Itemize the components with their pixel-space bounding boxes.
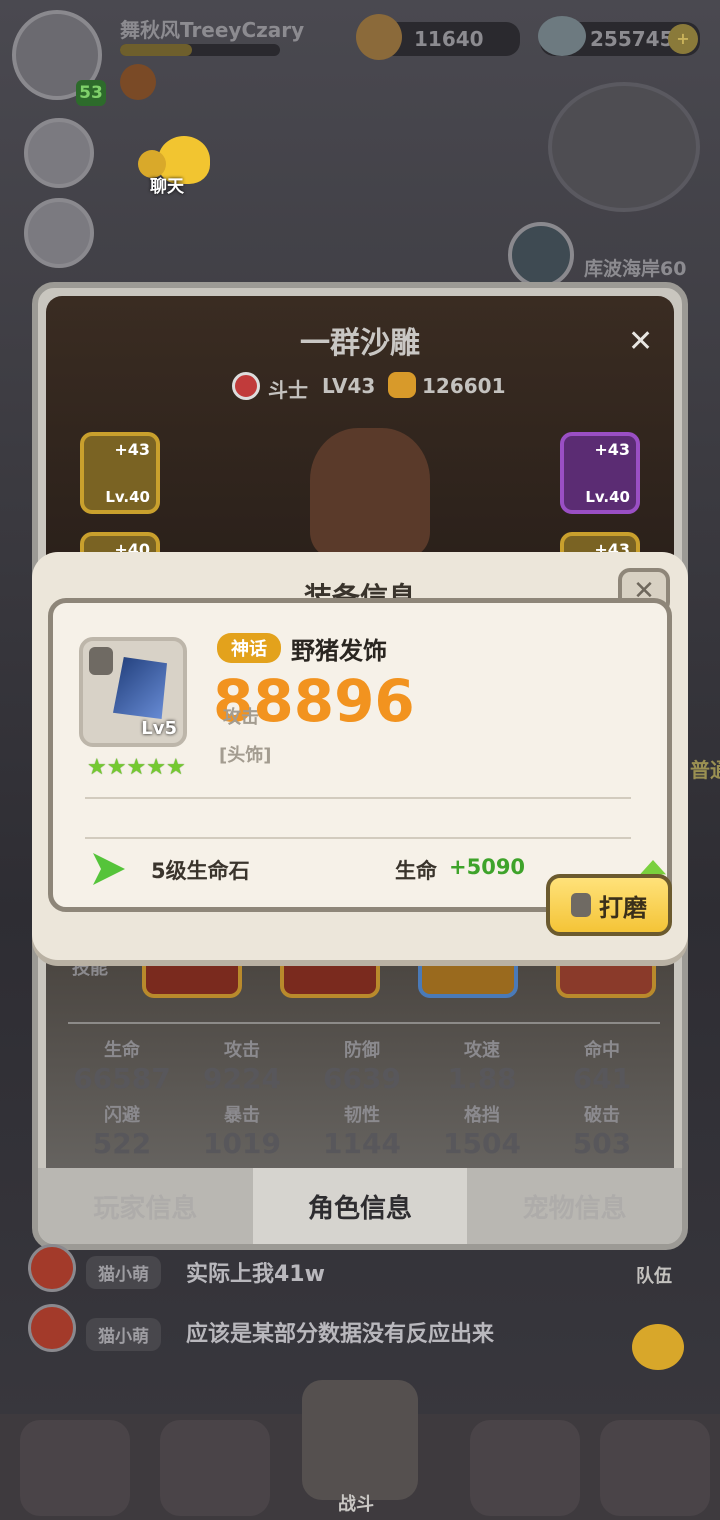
character-model [310, 428, 430, 558]
tab-player-info[interactable]: 玩家信息 [38, 1168, 253, 1244]
item-type: [头饰] [219, 745, 272, 766]
chat-sender: 猫小萌 [86, 1318, 161, 1351]
party-avatar-1[interactable] [24, 118, 94, 188]
item-name: 野猪发饰 [291, 637, 387, 665]
add-currency-button[interactable]: + [668, 24, 698, 54]
location-label: 库波海岸60 [584, 258, 687, 280]
minimap[interactable] [548, 82, 700, 212]
tab-bar: 玩家信息 角色信息 宠物信息 [38, 1168, 683, 1244]
party-avatar-2[interactable] [24, 198, 94, 268]
stat-toughness: 韧性 1144 [323, 1105, 401, 1160]
lock-icon [89, 647, 113, 675]
power-icon [388, 372, 416, 398]
close-icon[interactable]: ✕ [628, 324, 653, 359]
currency2-value: 255745 [590, 27, 674, 51]
stat-attack-speed: 攻速 1.88 [447, 1040, 517, 1095]
buff-icon[interactable] [120, 64, 156, 100]
gem-name: 5级生命石 [151, 859, 250, 883]
nav-hero-icon[interactable] [20, 1420, 130, 1516]
gem-stat-value: +5090 [449, 855, 526, 879]
equip-card: Lv5 ★★★★★ 神话 野猪发饰 88896 攻击 [头饰] 5级生命石 生命… [48, 598, 672, 912]
character-name: 一群沙雕 [300, 326, 420, 361]
class-icon [232, 372, 260, 400]
player-name: 舞秋风TreeyCzary [120, 18, 305, 42]
side-label: 普通 [690, 758, 720, 782]
coin-icon [356, 14, 402, 60]
stat-break: 破击 503 [572, 1105, 632, 1160]
player-level-badge: 53 [76, 80, 106, 106]
stat-block: 格挡 1504 [443, 1105, 521, 1160]
star-icon: ★ [165, 755, 186, 780]
team-button[interactable]: 队伍 [636, 1262, 672, 1288]
star-icon: ★ [106, 755, 127, 780]
nav-battle-icon[interactable] [302, 1380, 418, 1500]
nav-character-icon[interactable] [160, 1420, 270, 1516]
star-icon: ★ [146, 755, 166, 780]
item-icon-box: Lv5 [79, 637, 187, 747]
chat-button-label[interactable]: 聊天 [150, 172, 184, 197]
stat-attack: 攻击 9224 [203, 1040, 281, 1095]
character-level: LV43 [322, 374, 376, 398]
stat-dodge: 闪避 522 [92, 1105, 152, 1160]
chat-avatar[interactable] [28, 1244, 76, 1292]
equip-slot-weapon-right[interactable]: +43 Lv.40 [560, 432, 640, 514]
stat-crit: 暴击 1019 [203, 1105, 281, 1160]
gem-stat-label: 生命 [395, 859, 437, 883]
stats-grid: 生命 66587 攻击 9224 防御 6639 攻速 1.88 命中 641 闪避 522… [62, 1036, 662, 1160]
tab-character-info[interactable]: 角色信息 [252, 1168, 468, 1244]
chat-message: 实际上我41w [186, 1262, 325, 1287]
diamond-icon [538, 16, 586, 56]
grind-button[interactable]: 打磨 [546, 874, 672, 936]
stat-defense: 防御 6639 [323, 1040, 401, 1095]
power-value: 126601 [422, 374, 506, 398]
stat-hit: 命中 641 [572, 1040, 632, 1095]
quick-chat-icon[interactable] [632, 1324, 684, 1370]
slot-plus: +43 [114, 440, 150, 459]
tab-pet-info[interactable]: 宠物信息 [467, 1168, 683, 1244]
lock-icon [571, 893, 591, 917]
item-stars: ★★★★★ [87, 755, 186, 780]
chat-avatar[interactable] [28, 1304, 76, 1352]
slot-level: Lv.40 [105, 488, 150, 506]
item-icon [113, 657, 167, 719]
equip-popup: 装备信息 ✕ Lv5 ★★★★★ 神话 野猪发饰 88896 攻击 [头饰] 5… [32, 552, 688, 960]
nav-battle-label[interactable]: 战斗 [338, 1490, 374, 1516]
item-stat-label: 攻击 [223, 707, 259, 728]
chat-message: 应该是某部分数据没有反应出来 [186, 1322, 495, 1347]
equip-slot-weapon-left[interactable]: +43 Lv.40 [80, 432, 160, 514]
currency1-value: 11640 [414, 27, 484, 51]
exp-bar [120, 44, 280, 56]
divider [85, 797, 631, 799]
nav-guild-icon[interactable] [600, 1420, 710, 1516]
chat-sender: 猫小萌 [86, 1256, 161, 1289]
divider [85, 837, 631, 839]
nav-pet-icon[interactable] [470, 1420, 580, 1516]
boss-avatar[interactable] [508, 222, 574, 288]
grind-label: 打磨 [599, 893, 647, 922]
slot-plus: +43 [594, 440, 630, 459]
stat-hp: 生命 66587 [73, 1040, 171, 1095]
star-icon: ★ [87, 755, 107, 780]
slot-level: Lv.40 [585, 488, 630, 506]
star-icon: ★ [126, 755, 147, 780]
gem-icon [93, 853, 125, 885]
rarity-badge: 神话 [217, 633, 281, 663]
class-name: 斗士 [268, 378, 308, 402]
item-level: Lv5 [141, 718, 177, 739]
divider [68, 1022, 660, 1024]
